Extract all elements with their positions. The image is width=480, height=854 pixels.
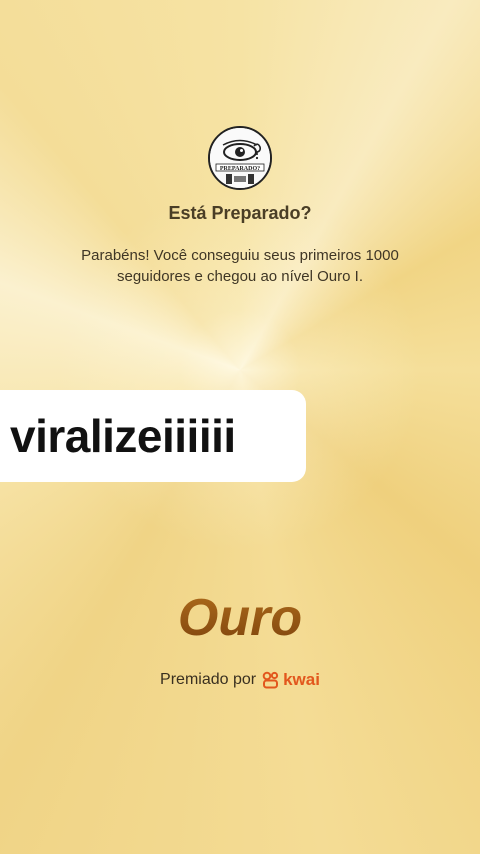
eye-logo-icon: PREPARADO? bbox=[210, 128, 270, 188]
avatar-text: PREPARADO? bbox=[220, 166, 260, 172]
level-name: Ouro bbox=[0, 588, 480, 648]
achievement-title: Está Preparado? bbox=[168, 203, 312, 223]
achievement-message: Parabéns! Você conseguiu seus primeiros … bbox=[81, 247, 399, 285]
caption-sticker: viralizeiiiiii bbox=[0, 390, 306, 482]
awarded-by: Premiado por kwai bbox=[0, 670, 480, 690]
awarded-by-label: Premiado por bbox=[160, 671, 257, 688]
caption-text: viralizeiiiiii bbox=[10, 410, 236, 462]
kwai-brand[interactable]: kwai bbox=[262, 670, 320, 690]
profile-avatar: PREPARADO? bbox=[208, 126, 272, 190]
kwai-brand-name: kwai bbox=[283, 670, 320, 689]
kwai-logo-icon bbox=[262, 671, 279, 689]
